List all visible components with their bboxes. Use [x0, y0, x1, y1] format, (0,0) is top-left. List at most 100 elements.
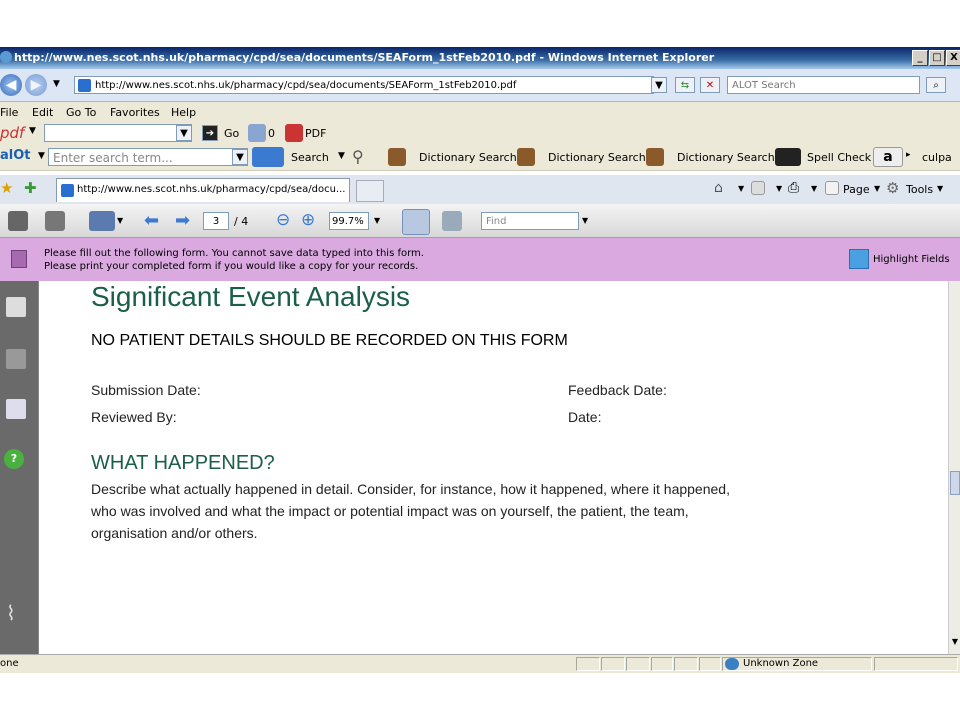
share-icon[interactable] [89, 211, 115, 231]
tools-menu[interactable]: Tools [906, 183, 933, 196]
tab-page-icon [61, 184, 74, 197]
menu-help[interactable]: Help [171, 106, 196, 119]
print-document-icon[interactable] [8, 211, 28, 231]
scrollbar-thumb[interactable] [950, 471, 960, 495]
ie-icon [0, 51, 12, 63]
body-line-3: organisation and/or others. [91, 525, 258, 541]
highlight-fields-button[interactable]: Highlight Fields [873, 254, 950, 265]
forward-icon[interactable]: ▶ [25, 74, 47, 96]
feeds-dropdown-icon[interactable]: ▼ [776, 184, 782, 193]
more-arrow-icon[interactable]: ▸ [906, 150, 911, 160]
pdf-dropdown-icon[interactable]: ▼ [29, 126, 36, 136]
find-dropdown-icon[interactable]: ▼ [582, 216, 588, 225]
tab-pdf-document[interactable]: http://www.nes.scot.nhs.uk/pharmacy/cpd/… [56, 178, 350, 202]
acrobat-icon[interactable] [285, 124, 303, 142]
magnifier-icon[interactable] [252, 147, 284, 167]
address-input[interactable]: http://www.nes.scot.nhs.uk/pharmacy/cpd/… [74, 76, 654, 94]
zoom-dropdown-icon[interactable]: ▼ [374, 216, 380, 225]
signature-icon[interactable] [6, 399, 26, 419]
stop-icon[interactable]: ✕ [700, 77, 720, 93]
notice-line-2: Please print your completed form if you … [44, 261, 419, 272]
zoom-level-input[interactable]: 99.7% [329, 212, 369, 230]
pdf-convert-icon[interactable] [248, 124, 266, 142]
dictionary-icon-3[interactable] [646, 148, 664, 166]
binoculars-icon[interactable] [6, 349, 26, 369]
attachment-icon[interactable]: ⌇ [6, 601, 26, 625]
search-dropdown-icon[interactable]: ▼ [338, 151, 345, 161]
fit-page-icon[interactable] [442, 211, 462, 231]
close-button[interactable]: X [946, 50, 960, 66]
nav-dropdown-icon[interactable]: ▼ [53, 79, 60, 89]
alot-search-field[interactable]: Enter search term... [48, 148, 248, 166]
save-document-icon[interactable] [45, 211, 65, 231]
menu-goto[interactable]: Go To [66, 106, 96, 119]
window-title-bar[interactable]: http://www.nes.scot.nhs.uk/pharmacy/cpd/… [0, 47, 960, 69]
new-tab-button[interactable] [356, 180, 384, 202]
zoom-in-icon[interactable]: ⊕ [301, 210, 315, 230]
status-pane-4 [651, 657, 673, 671]
search-icon[interactable]: ⌕ [926, 77, 946, 93]
print-dropdown-icon[interactable]: ▼ [811, 184, 817, 193]
pdf-input-dropdown-icon[interactable]: ▼ [176, 125, 192, 141]
menu-favorites[interactable]: Favorites [110, 106, 160, 119]
tools-dropdown-icon[interactable]: ▼ [937, 184, 943, 193]
back-icon[interactable]: ◀ [0, 74, 22, 96]
pages-icon[interactable] [6, 297, 26, 317]
dictionary-icon-1[interactable] [388, 148, 406, 166]
alot-search-button[interactable]: Search [291, 151, 329, 164]
menu-bar: File Edit Go To Favorites Help [0, 102, 960, 122]
pdf-reader-toolbar: ▼ ⬅ ➡ 3 / 4 ⊖ ⊕ 99.7% ▼ Find ▼ [0, 204, 960, 238]
menu-file[interactable]: File [0, 106, 18, 119]
dictionary-icon-2[interactable] [517, 148, 535, 166]
dictionary-search-button-2[interactable]: Dictionary Search [548, 151, 646, 164]
home-icon[interactable]: ⌂ [714, 180, 723, 196]
status-pane-1 [576, 657, 600, 671]
status-text: one [0, 658, 19, 669]
refresh-icon[interactable]: ⇆ [675, 77, 695, 93]
alot-search-input[interactable]: ALOT Search [727, 76, 920, 94]
amazon-icon[interactable]: a [873, 147, 903, 167]
pdf-button[interactable]: PDF [305, 127, 326, 140]
zoom-out-icon[interactable]: ⊖ [276, 210, 290, 230]
home-dropdown-icon[interactable]: ▼ [738, 184, 744, 193]
go-button[interactable]: Go [224, 127, 239, 140]
minimize-button[interactable]: _ [912, 50, 928, 66]
alot-brand[interactable]: alOt [0, 148, 31, 163]
zoom-status[interactable] [874, 657, 958, 671]
share-dropdown-icon[interactable]: ▼ [117, 216, 123, 225]
feeds-icon[interactable] [751, 181, 765, 195]
maximize-button[interactable]: □ [929, 50, 945, 66]
fit-width-icon[interactable] [402, 209, 430, 235]
wrench-icon[interactable]: ⚲ [352, 147, 364, 166]
find-input[interactable]: Find [481, 212, 579, 230]
page-number-input[interactable]: 3 [203, 212, 229, 230]
page-dropdown-icon[interactable]: ▼ [874, 184, 880, 193]
date-label: Date: [568, 409, 602, 425]
menu-edit[interactable]: Edit [32, 106, 53, 119]
dictionary-search-button-3[interactable]: Dictionary Search [677, 151, 775, 164]
navigation-pane: ? ⌇ [0, 281, 38, 654]
culpa-button[interactable]: culpa [922, 151, 952, 164]
alot-menu-icon[interactable]: ▼ [38, 151, 45, 161]
scroll-down-icon[interactable]: ▼ [950, 637, 960, 651]
highlight-fields-icon[interactable] [849, 249, 869, 269]
page-menu[interactable]: Page [843, 183, 870, 196]
print-icon[interactable]: ⎙ [788, 180, 799, 196]
next-page-icon[interactable]: ➡ [175, 210, 190, 231]
go-arrow-icon[interactable]: ➔ [202, 125, 218, 141]
spell-check-icon[interactable] [775, 148, 801, 166]
alot-search-dropdown-icon[interactable]: ▼ [232, 149, 248, 165]
vertical-scrollbar[interactable]: ▼ [948, 281, 960, 654]
security-zone[interactable]: Unknown Zone [722, 657, 872, 671]
status-pane-5 [674, 657, 698, 671]
dictionary-search-button-1[interactable]: Dictionary Search [419, 151, 517, 164]
address-dropdown-icon[interactable]: ▼ [651, 77, 667, 93]
previous-page-icon[interactable]: ⬅ [144, 210, 159, 231]
favorites-star-icon[interactable]: ★ [0, 179, 13, 197]
help-icon[interactable]: ? [4, 449, 24, 469]
address-row: ◀ ▶ ▼ http://www.nes.scot.nhs.uk/pharmac… [0, 69, 960, 102]
spell-check-button[interactable]: Spell Check [807, 151, 871, 164]
add-favorites-icon[interactable]: ✚ [24, 179, 37, 197]
status-bar: one Unknown Zone [0, 654, 960, 673]
pdf-input[interactable] [44, 124, 192, 142]
